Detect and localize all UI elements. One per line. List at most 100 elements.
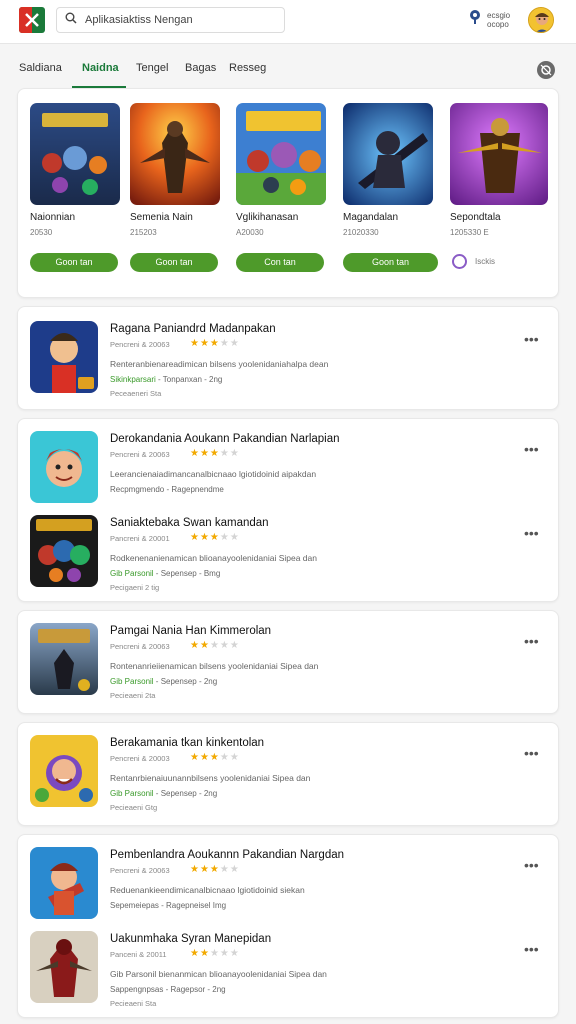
list-item[interactable]: Pamgai Nania Han Kimmerolan Pencreni & 2… (30, 623, 544, 713)
featured-meta: 21020330 (343, 228, 379, 237)
featured-meta: A20030 (236, 228, 264, 237)
radio-icon (452, 254, 467, 269)
app-footnote: Pecigaeni 2 tig (110, 583, 160, 592)
app-icon[interactable] (30, 623, 98, 695)
app-info: Gib Parsonil - Sepensep - 2ng (110, 789, 218, 798)
more-featured-link[interactable]: Isckis (452, 254, 495, 269)
app-description: Rontenanrieiienamican bilsens yoolenidan… (110, 661, 319, 671)
app-logo-icon[interactable] (19, 7, 45, 33)
app-icon[interactable] (30, 847, 98, 919)
app-footnote: Peceaeneri Sta (110, 389, 162, 398)
more-options-icon[interactable]: ••• (524, 941, 539, 957)
app-description: Gib Parsonil bienanmican blioanayoolenid… (110, 969, 327, 979)
tab-4[interactable]: Resseg (229, 62, 266, 74)
app-info: Sepemeiepas - Ragepneisel Img (110, 901, 227, 910)
featured-name: Semenia Nain (130, 212, 193, 223)
rating-stars: ★★★★★ (190, 640, 240, 651)
app-footnote: Pecieaeni Gtg (110, 803, 158, 812)
app-info: Sappengnpsas - Ragepsor - 2ng (110, 985, 226, 994)
app-list-card: Pamgai Nania Han Kimmerolan Pencreni & 2… (17, 610, 559, 714)
app-info: Sikinkparsari - Tonpanxan - 2ng (110, 375, 223, 384)
app-badge: Sikinkparsari (110, 375, 156, 384)
featured-item[interactable]: Semenia Nain 215203 (130, 103, 225, 237)
rating-stars: ★★★★★ (190, 948, 240, 959)
app-developer: Panceni & 20011 (110, 950, 167, 959)
app-description: Reduenankieendimicanalbicnaao lgiotidoin… (110, 885, 305, 895)
search-icon (65, 11, 77, 29)
list-item[interactable]: Pembenlandra Aoukannn Pakandian Nargdan … (30, 847, 544, 937)
app-badge: Gib Parsonil (110, 789, 154, 798)
rating-stars: ★★★★★ (190, 532, 240, 543)
app-header: Aplikasiaktiss Nengan ecsgio ocopo (0, 0, 576, 44)
app-icon[interactable] (30, 515, 98, 587)
app-developer: Pancreni & 20001 (110, 534, 170, 543)
app-icon[interactable] (30, 321, 98, 393)
app-list-card: Ragana Paniandrd Madanpakan Pencreni & 2… (17, 306, 559, 410)
app-description: Leerancienaiadimancanalbicnaao lgiotidoi… (110, 469, 317, 479)
game-thumbnail-icon[interactable] (450, 103, 548, 205)
more-options-icon[interactable]: ••• (524, 441, 539, 457)
rating-stars: ★★★★★ (190, 864, 240, 875)
app-developer: Pencreni & 20063 (110, 340, 170, 349)
featured-item[interactable]: Magandalan 21020330 (343, 103, 438, 237)
app-developer: Pencreni & 20063 (110, 866, 170, 875)
app-icon[interactable] (30, 735, 98, 807)
tab-bar: Saldiana Naidna Tengel Bagas Resseg (0, 44, 576, 88)
featured-item[interactable]: Sepondtala 1205330 E (450, 103, 548, 237)
app-title: Pembenlandra Aoukannn Pakandian Nargdan (110, 849, 345, 861)
list-item[interactable]: Uakunmhaka Syran Manepidan Panceni & 200… (30, 931, 544, 1021)
more-options-icon[interactable]: ••• (524, 331, 539, 347)
app-title: Saniaktebaka Swan kamandan (110, 517, 269, 529)
tab-3[interactable]: Bagas (185, 62, 216, 74)
header-status-text: ecsgio ocopo (487, 10, 511, 29)
list-item[interactable]: Ragana Paniandrd Madanpakan Pencreni & 2… (30, 321, 544, 411)
game-thumbnail-icon[interactable] (343, 103, 433, 205)
app-description: Renteranbienareadimican bilsens yoolenid… (110, 359, 329, 369)
app-icon[interactable] (30, 931, 98, 1003)
game-thumbnail-icon[interactable] (30, 103, 120, 205)
featured-name: Naionnian (30, 212, 76, 223)
more-options-icon[interactable]: ••• (524, 633, 539, 649)
notification-area[interactable]: ecsgio ocopo (468, 9, 521, 30)
featured-item[interactable]: Vglikihanasan A20030 (236, 103, 331, 237)
game-thumbnail-icon[interactable] (130, 103, 220, 205)
featured-apps-card: Naionnian 20530 Semenia Nain 215203 Vgli… (17, 88, 559, 298)
tab-1-active[interactable]: Naidna (82, 62, 119, 74)
app-badge: Gib Parsonil (110, 677, 154, 686)
tab-2[interactable]: Tengel (136, 62, 168, 74)
more-options-icon[interactable]: ••• (524, 857, 539, 873)
rating-stars: ★★★★★ (190, 338, 240, 349)
more-options-icon[interactable]: ••• (524, 745, 539, 761)
app-info: Gib Parsonil - Sepensep - Bmg (110, 569, 221, 578)
app-list-card: Pembenlandra Aoukannn Pakandian Nargdan … (17, 834, 559, 1018)
app-info: Recpmgmendo - Ragepnendme (110, 485, 224, 494)
install-button[interactable]: Goon tan (30, 253, 118, 272)
list-item[interactable]: Saniaktebaka Swan kamandan Pancreni & 20… (30, 515, 544, 605)
more-options-icon[interactable]: ••• (524, 525, 539, 541)
app-title: Ragana Paniandrd Madanpakan (110, 323, 276, 335)
install-button[interactable]: Goon tan (343, 253, 438, 272)
install-button[interactable]: Con tan (236, 253, 324, 272)
settings-icon[interactable] (537, 61, 555, 79)
app-icon[interactable] (30, 431, 98, 503)
featured-item[interactable]: Naionnian 20530 (30, 103, 125, 237)
app-developer: Pencreni & 20003 (110, 754, 170, 763)
install-button[interactable]: Goon tan (130, 253, 218, 272)
search-placeholder: Aplikasiaktiss Nengan (85, 14, 193, 26)
app-title: Derokandania Aoukann Pakandian Narlapian (110, 433, 340, 445)
user-avatar[interactable] (528, 7, 554, 33)
app-title: Pamgai Nania Han Kimmerolan (110, 625, 272, 637)
tab-0[interactable]: Saldiana (19, 62, 62, 74)
list-item[interactable]: Derokandania Aoukann Pakandian Narlapian… (30, 431, 544, 521)
featured-name: Sepondtala (450, 212, 501, 223)
app-footnote: Pecieaeni 2ta (110, 691, 156, 700)
app-title: Uakunmhaka Syran Manepidan (110, 933, 272, 945)
app-badge: Gib Parsonil (110, 569, 154, 578)
app-info: Gib Parsonil - Sepensep - 2ng (110, 677, 218, 686)
featured-meta: 215203 (130, 228, 157, 237)
featured-name: Vglikihanasan (236, 212, 299, 223)
game-thumbnail-icon[interactable] (236, 103, 326, 205)
search-input[interactable]: Aplikasiaktiss Nengan (56, 7, 285, 33)
app-footnote: Pecieaeni Sta (110, 999, 157, 1008)
list-item[interactable]: Berakamania tkan kinkentolan Pencreni & … (30, 735, 544, 825)
